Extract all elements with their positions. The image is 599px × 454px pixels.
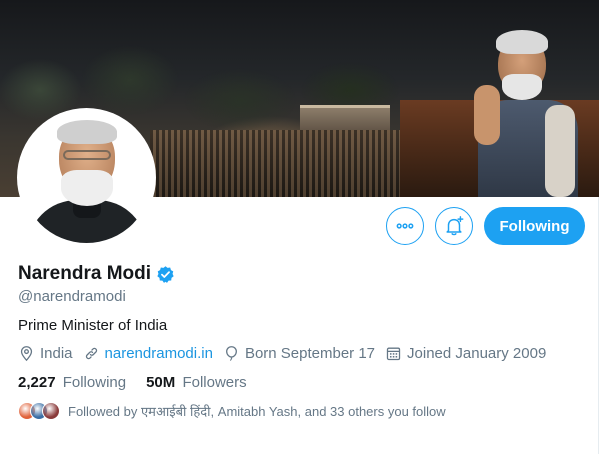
joined-text: Joined January 2009 (407, 345, 547, 362)
link-icon (85, 347, 97, 360)
avatar-glasses (63, 150, 111, 160)
birthday-text: Born September 17 (244, 345, 376, 362)
more-horizontal-icon (396, 223, 414, 229)
followed-by-avatars (18, 402, 60, 420)
profile-avatar[interactable] (17, 108, 156, 247)
profile-bio: Prime Minister of India (18, 317, 168, 334)
avatar-photo (21, 112, 152, 243)
followed-by-text: Followed by एमआईबी हिंदी, Amitabh Yash, … (68, 404, 446, 419)
mini-avatar-3 (42, 402, 60, 420)
profile-name-row: Narendra Modi (18, 263, 175, 285)
location-text: India (40, 345, 73, 362)
balloon-icon (225, 346, 237, 361)
following-stat-label: Following (62, 374, 127, 391)
location-item: India (18, 345, 73, 362)
followers-stat[interactable]: 50M Followers (146, 374, 247, 391)
banner-person (470, 30, 585, 197)
profile-meta-row: India narendramodi.in Born September 17 … (18, 345, 556, 362)
more-button[interactable] (386, 207, 424, 245)
followers-stat-label: Followers (182, 374, 247, 391)
joined-item: Joined January 2009 (385, 345, 546, 362)
banner-person-beard (502, 74, 542, 100)
bell-plus-icon (446, 216, 464, 236)
followed-by-row[interactable]: Followed by एमआईबी हिंदी, Amitabh Yash, … (18, 402, 446, 420)
banner-person-hands (474, 85, 500, 145)
birthday-item: Born September 17 (223, 345, 375, 362)
website-link[interactable]: narendramodi.in (105, 345, 213, 362)
profile-name: Narendra Modi (18, 263, 152, 284)
following-button[interactable]: Following (484, 207, 585, 245)
profile-handle: @narendramodi (18, 288, 126, 305)
profile-stats-row: 2,227 Following 50M Followers (18, 374, 267, 391)
followers-count: 50M (146, 374, 176, 391)
location-pin-icon (20, 346, 33, 362)
calendar-icon (386, 347, 401, 361)
notifications-button[interactable] (435, 207, 473, 245)
avatar-beard (61, 170, 113, 206)
avatar-hair (57, 120, 117, 144)
banner-person-sleeve (545, 105, 575, 197)
following-count: 2,227 (18, 374, 56, 391)
following-stat[interactable]: 2,227 Following (18, 374, 126, 391)
banner-crowd (150, 130, 410, 197)
verified-badge-icon (157, 265, 174, 283)
website-item: narendramodi.in (83, 345, 213, 362)
banner-person-hair (496, 30, 548, 54)
